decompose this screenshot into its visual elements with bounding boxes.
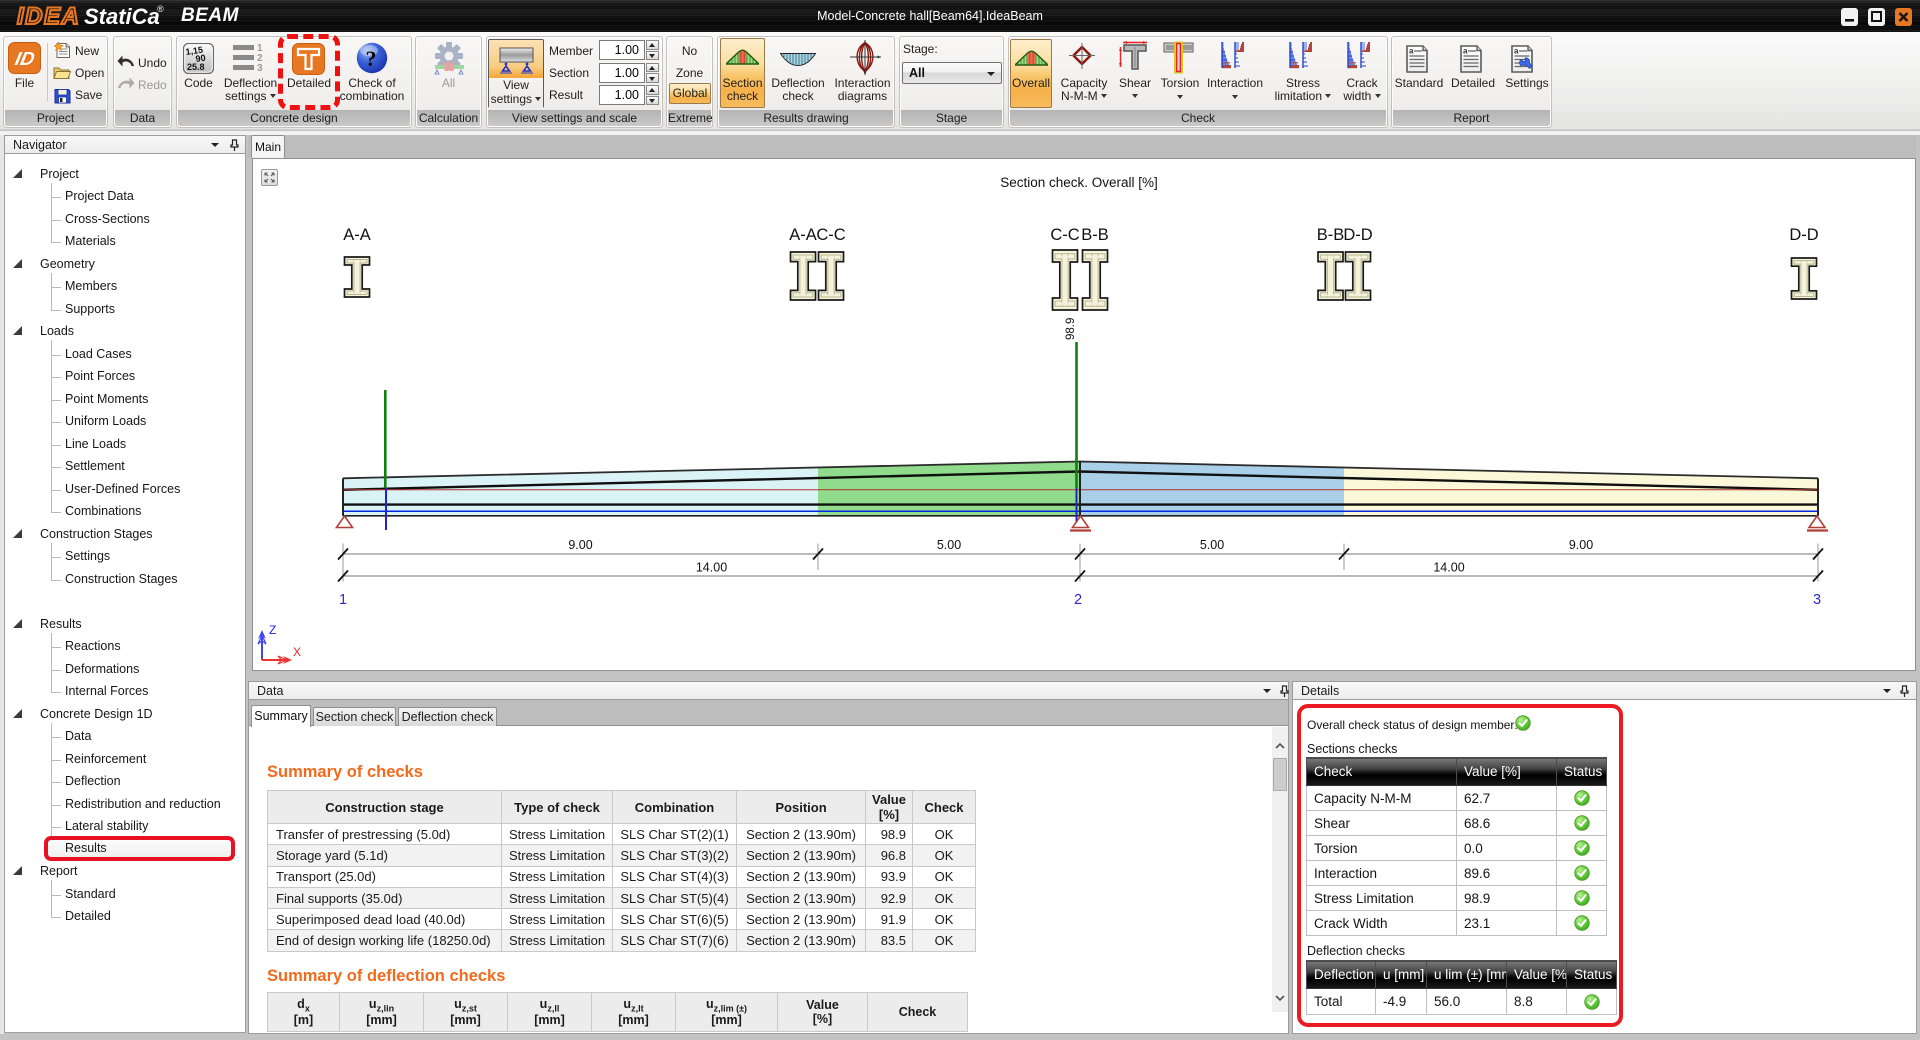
svg-text:1: 1: [339, 592, 347, 608]
svg-text:D-D: D-D: [1789, 226, 1818, 244]
svg-text:?: ?: [366, 46, 377, 71]
svg-text:2: 2: [1074, 592, 1082, 608]
svg-text:9.00: 9.00: [1569, 538, 1593, 552]
svg-text:14.00: 14.00: [696, 561, 727, 575]
svg-text:C-C: C-C: [1050, 226, 1079, 244]
svg-text:9.00: 9.00: [568, 538, 592, 552]
svg-text:14.00: 14.00: [1433, 561, 1464, 575]
svg-text:B-B: B-B: [1317, 226, 1345, 244]
svg-text:D-D: D-D: [1343, 226, 1372, 244]
svg-text:C-C: C-C: [816, 226, 845, 244]
svg-text:B-B: B-B: [1081, 226, 1109, 244]
svg-text:X: X: [293, 645, 301, 659]
svg-text:3: 3: [1813, 592, 1821, 608]
svg-text:Section check. Overall [%]: Section check. Overall [%]: [1000, 175, 1158, 190]
svg-text:A-A: A-A: [343, 226, 371, 244]
svg-text:25.8: 25.8: [187, 62, 205, 72]
svg-text:3: 3: [257, 63, 263, 71]
svg-text:A-A: A-A: [789, 226, 817, 244]
svg-text:5.00: 5.00: [1200, 538, 1224, 552]
svg-text:Z: Z: [269, 623, 276, 637]
svg-text:98.9: 98.9: [1065, 318, 1077, 340]
svg-text:5.00: 5.00: [937, 538, 961, 552]
